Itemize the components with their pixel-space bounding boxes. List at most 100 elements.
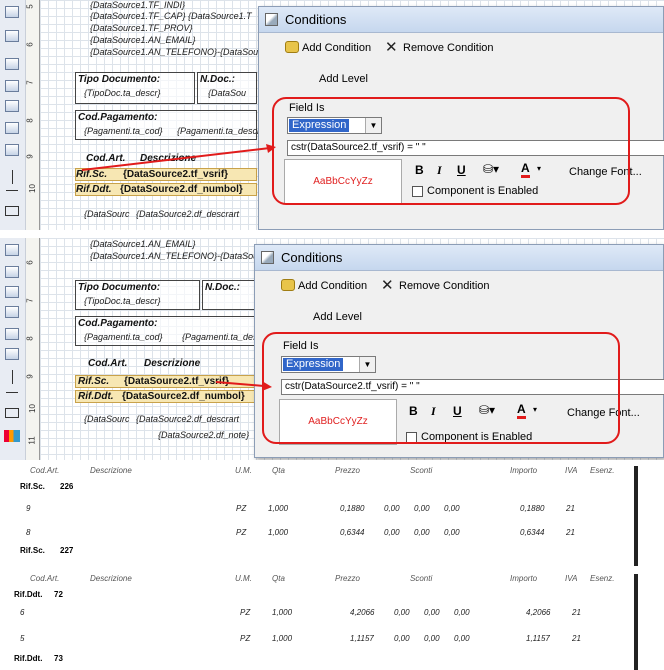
dialog-titlebar[interactable]: Conditions bbox=[255, 245, 663, 271]
dialog-title: Conditions bbox=[281, 250, 343, 265]
ruler-number: 7 bbox=[25, 80, 35, 85]
field-text[interactable]: {DataSource1.TF_PROV} bbox=[90, 23, 193, 33]
hline-tool-icon[interactable] bbox=[6, 190, 18, 191]
ruler-number: 5 bbox=[25, 4, 35, 9]
col-header: IVA bbox=[565, 466, 578, 475]
add-level-button[interactable]: Add Level bbox=[319, 73, 368, 85]
row-sconto1: 0,00 bbox=[384, 504, 400, 513]
rif-value: 72 bbox=[54, 590, 63, 599]
remove-condition-label: Remove Condition bbox=[399, 280, 490, 292]
pagamento-descr-field[interactable]: {Pagamenti.ta_descr bbox=[177, 126, 260, 136]
row-code: 5 bbox=[20, 634, 25, 643]
row-sconto1: 0,00 bbox=[384, 528, 400, 537]
col-header: Prezzo bbox=[335, 574, 360, 583]
toolbox-item-icon[interactable] bbox=[5, 6, 19, 18]
col-header: Qta bbox=[272, 574, 285, 583]
rif-value: 73 bbox=[54, 654, 63, 663]
row-sconto3: 0,00 bbox=[454, 608, 470, 617]
toolbox bbox=[0, 238, 26, 460]
ndoc-field[interactable]: {DataSou bbox=[208, 88, 246, 98]
toolbox-item-icon[interactable] bbox=[5, 266, 19, 278]
field-text[interactable]: {DataSource1.AN_EMAIL} bbox=[90, 239, 196, 249]
hline-tool-icon[interactable] bbox=[6, 392, 18, 393]
tipo-documento-field[interactable]: {TipoDoc.ta_descr} bbox=[84, 88, 160, 98]
rectangle-tool-icon[interactable] bbox=[5, 206, 19, 216]
row-qta: 1,000 bbox=[272, 608, 293, 617]
rif-ddt-field[interactable]: {DataSource2.df_numbol} bbox=[120, 184, 243, 195]
line-tool-icon[interactable] bbox=[12, 170, 13, 184]
row-um: PZ bbox=[240, 608, 251, 617]
row-importo: 0,1880 bbox=[520, 504, 545, 513]
rif-label: Rif.Ddt. bbox=[14, 654, 43, 663]
col-header: Importo bbox=[510, 574, 538, 583]
page-border bbox=[634, 574, 638, 670]
report-page: Cod.Art. Descrizione U.M. Qta Prezzo Sco… bbox=[10, 574, 630, 670]
rectangle-tool-icon[interactable] bbox=[5, 408, 19, 418]
add-condition-label: Add Condition bbox=[302, 42, 372, 54]
descrizione-header: Descrizione bbox=[144, 358, 201, 369]
toolbox-item-icon[interactable] bbox=[5, 58, 19, 70]
detail-note-field[interactable]: {DataSource2.df_note} bbox=[158, 430, 249, 440]
row-prezzo: 0,1880 bbox=[340, 504, 365, 513]
ruler-number: 7 bbox=[25, 298, 35, 303]
toolbox-item-icon[interactable] bbox=[5, 348, 19, 360]
field-text[interactable]: {DataSource1.AN_TELEFONO}-{DataSou bbox=[90, 251, 258, 261]
row-sconto2: 0,00 bbox=[414, 528, 430, 537]
rif-ddt-field[interactable]: {DataSource2.df_numbol} bbox=[122, 391, 245, 402]
row-qta: 1,000 bbox=[268, 504, 289, 513]
row-importo: 4,2066 bbox=[526, 608, 551, 617]
toolbox-item-icon[interactable] bbox=[5, 328, 19, 340]
detail-field[interactable]: {DataSourc bbox=[84, 414, 130, 424]
designer-panel-2: 6 7 8 9 10 11 {DataSource1.AN_EMAIL} {Da… bbox=[0, 238, 664, 460]
detail-descr-field[interactable]: {DataSource2.df_descrart bbox=[136, 414, 239, 424]
pagamento-descr-field[interactable]: {Pagamenti.ta_descr bbox=[182, 332, 265, 342]
report-page: Cod.Art. Descrizione U.M. Qta Prezzo Sco… bbox=[10, 466, 630, 566]
row-code: 6 bbox=[20, 608, 25, 617]
ruler-number: 8 bbox=[25, 118, 35, 123]
dialog-titlebar[interactable]: Conditions bbox=[259, 7, 663, 33]
rif-value: 226 bbox=[60, 482, 74, 491]
toolbox-item-icon[interactable] bbox=[5, 244, 19, 256]
toolbox-item-icon[interactable] bbox=[5, 122, 19, 134]
ruler-number: 10 bbox=[27, 404, 37, 413]
col-header: Cod.Art. bbox=[30, 466, 60, 475]
tipo-documento-field[interactable]: {TipoDoc.ta_descr} bbox=[84, 296, 160, 306]
ruler-number: 10 bbox=[27, 184, 37, 193]
detail-descr-field[interactable]: {DataSource2.df_descrart bbox=[136, 209, 239, 219]
cod-pagamento-field[interactable]: {Pagamenti.ta_cod} bbox=[84, 332, 163, 342]
ruler-number: 11 bbox=[27, 436, 37, 445]
annotation-arrow bbox=[215, 381, 272, 391]
field-text[interactable]: {DataSource1.AN_TELEFONO}-{DataSou bbox=[90, 47, 258, 57]
field-text[interactable]: {DataSource1.TF_INDI} bbox=[90, 0, 185, 10]
add-level-button[interactable]: Add Level bbox=[313, 311, 362, 323]
row-um: PZ bbox=[240, 634, 251, 643]
conditions-window-icon bbox=[265, 13, 278, 26]
col-header: Sconti bbox=[410, 574, 433, 583]
toolbox-item-icon[interactable] bbox=[5, 100, 19, 112]
row-importo: 1,1157 bbox=[526, 634, 550, 643]
toolbox-item-icon[interactable] bbox=[5, 306, 19, 318]
chart-tool-icon[interactable] bbox=[4, 430, 20, 442]
row-iva: 21 bbox=[572, 608, 581, 617]
field-text[interactable]: {DataSource1.AN_EMAIL} bbox=[90, 35, 196, 45]
rif-label: Rif.Sc. bbox=[20, 482, 45, 491]
row-code: 8 bbox=[26, 528, 31, 537]
vertical-ruler: 6 7 8 9 10 11 bbox=[26, 238, 40, 460]
rif-ddt-label: Rif.Ddt. bbox=[78, 391, 114, 402]
line-tool-icon[interactable] bbox=[12, 370, 13, 384]
cod-pagamento-field[interactable]: {Pagamenti.ta_cod} bbox=[84, 126, 163, 136]
toolbox-item-icon[interactable] bbox=[5, 30, 19, 42]
toolbox-item-icon[interactable] bbox=[5, 144, 19, 156]
rif-label: Rif.Sc. bbox=[20, 546, 45, 555]
ndoc-label: N.Doc.: bbox=[200, 74, 235, 85]
rif-ddt-label: Rif.Ddt. bbox=[76, 184, 112, 195]
ruler-number: 6 bbox=[25, 42, 35, 47]
toolbox-item-icon[interactable] bbox=[5, 286, 19, 298]
row-prezzo: 1,1157 bbox=[350, 634, 374, 643]
field-text[interactable]: {DataSource1.TF_CAP} {DataSource1.T bbox=[90, 11, 252, 21]
row-sconto2: 0,00 bbox=[424, 608, 440, 617]
detail-field[interactable]: {DataSourc bbox=[84, 209, 130, 219]
highlight-frame bbox=[262, 332, 620, 444]
toolbox-item-icon[interactable] bbox=[5, 80, 19, 92]
tipo-documento-label: Tipo Documento: bbox=[78, 74, 161, 85]
